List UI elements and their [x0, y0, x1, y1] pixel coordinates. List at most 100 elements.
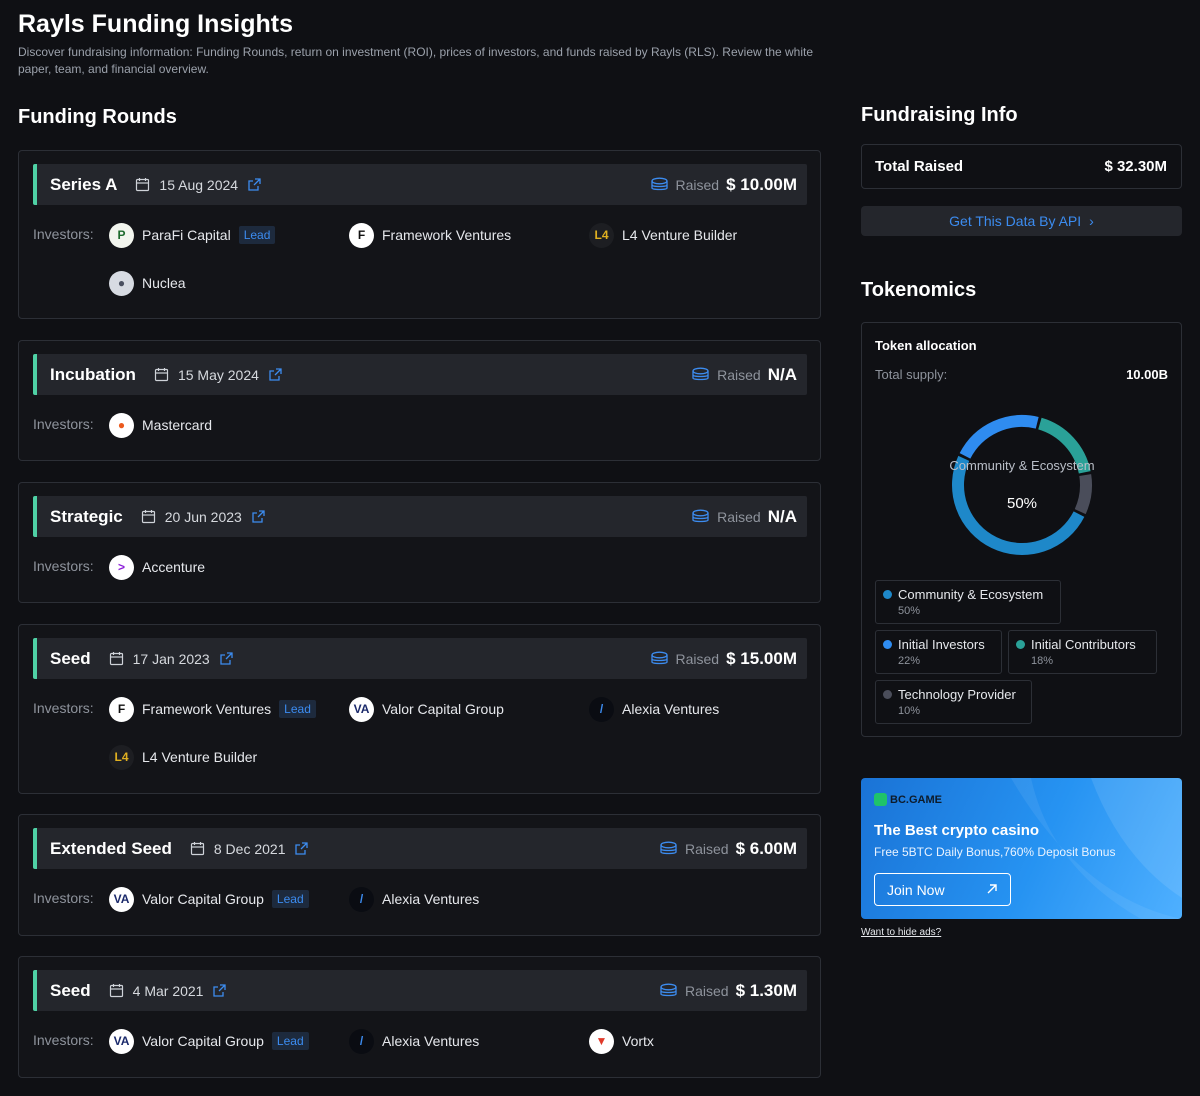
raised-value: $ 10.00M: [726, 174, 797, 194]
raised-label: Raised: [675, 176, 720, 193]
api-button-label: Get This Data By API: [949, 213, 1082, 229]
legend-item[interactable]: Initial Investors 22%: [875, 630, 1002, 674]
framework-logo-icon: F: [109, 696, 134, 722]
legend-dot-icon: [883, 690, 892, 699]
legend-dot-icon: [1016, 640, 1025, 649]
hide-ads-link[interactable]: Want to hide ads?: [861, 927, 941, 938]
bcgame-logo-icon: [874, 793, 887, 806]
legend-name: Initial Investors: [898, 637, 985, 652]
page-title: Rayls Funding Insights: [18, 10, 294, 38]
investor-item[interactable]: VA Valor Capital Group Lead: [109, 1028, 309, 1054]
donut-segment-initial-investors[interactable]: [959, 415, 1039, 459]
legend-item[interactable]: Initial Contributors 18%: [1008, 630, 1157, 674]
legend-name: Community & Ecosystem: [898, 587, 1044, 602]
lead-badge: Lead: [271, 890, 309, 908]
donut-center-label: Community & Ecosystem: [949, 458, 1095, 473]
join-now-button[interactable]: Join Now: [874, 873, 1011, 906]
legend-item[interactable]: Community & Ecosystem 50%: [875, 580, 1061, 624]
legend-percent: 10%: [898, 705, 921, 717]
investor-item[interactable]: F Framework Ventures: [349, 222, 511, 248]
round-header: Incubation 15 May 2024 Raised N/A: [33, 354, 807, 395]
tokenomics-title: Tokenomics: [861, 279, 977, 301]
investor-name: Valor Capital Group: [382, 701, 504, 717]
investor-item[interactable]: L4 L4 Venture Builder: [109, 744, 257, 770]
legend-item[interactable]: Technology Provider 10%: [875, 680, 1032, 724]
investor-item[interactable]: F Framework Ventures Lead: [109, 696, 316, 722]
funding-round-card: Incubation 15 May 2024 Raised N/A Invest…: [18, 340, 821, 461]
valor-logo-icon: VA: [109, 1028, 134, 1054]
total-raised-value: $ 32.30M: [1104, 158, 1167, 175]
investor-item[interactable]: VA Valor Capital Group Lead: [109, 886, 309, 912]
token-allocation-donut[interactable]: [948, 411, 1096, 559]
donut-center-percent: 50%: [1006, 495, 1038, 512]
raised-label: Raised: [717, 366, 761, 383]
investor-item[interactable]: ● Nuclea: [109, 270, 186, 296]
investors-label: Investors:: [33, 558, 94, 574]
ad-title: The Best crypto casino: [874, 822, 1040, 839]
calendar-icon: [141, 509, 156, 524]
funding-round-card: Strategic 20 Jun 2023 Raised N/A Investo…: [18, 482, 821, 603]
coins-icon: [659, 841, 678, 856]
investor-item[interactable]: ● Mastercard: [109, 412, 212, 438]
investor-name: L4 Venture Builder: [622, 227, 738, 243]
funding-round-card: Series A 15 Aug 2024 Raised $ 10.00M Inv…: [18, 150, 821, 319]
raised-label: Raised: [675, 650, 720, 667]
investor-item[interactable]: L4 L4 Venture Builder: [589, 222, 737, 248]
investors-label: Investors:: [33, 1032, 94, 1048]
round-date: 15 Aug 2024: [159, 176, 239, 193]
legend-percent: 18%: [1031, 655, 1054, 667]
funding-rounds-title: Funding Rounds: [18, 106, 177, 128]
external-link-icon[interactable]: [268, 367, 283, 382]
lead-badge: Lead: [238, 226, 276, 244]
get-data-api-button[interactable]: Get This Data By API ›: [861, 206, 1182, 236]
external-link-icon[interactable]: [294, 841, 309, 856]
fundraising-info-title: Fundraising Info: [861, 104, 1018, 126]
round-name: Seed: [50, 648, 91, 668]
external-link-icon[interactable]: [212, 983, 227, 998]
investor-item[interactable]: / Alexia Ventures: [589, 696, 719, 722]
raised-amount: Raised $ 15.00M: [650, 649, 797, 669]
raised-value: N/A: [767, 506, 797, 526]
calendar-icon: [135, 177, 150, 192]
lead-badge: Lead: [271, 1032, 309, 1050]
tokenomics-card: Token allocation Total supply: 10.00B Co…: [861, 322, 1182, 737]
raised-value: $ 6.00M: [735, 838, 797, 858]
ad-banner[interactable]: BC.GAME The Best crypto casino Free 5BTC…: [861, 778, 1182, 919]
raised-value: N/A: [767, 364, 797, 384]
round-header: Extended Seed 8 Dec 2021 Raised $ 6.00M: [33, 828, 807, 869]
investor-item[interactable]: > Accenture: [109, 554, 205, 580]
token-allocation-title: Token allocation: [875, 338, 977, 353]
investor-name: L4 Venture Builder: [142, 749, 258, 765]
investor-name: Vortx: [622, 1033, 654, 1049]
investor-name: Valor Capital Group: [142, 891, 264, 907]
raised-label: Raised: [717, 508, 761, 525]
investor-item[interactable]: / Alexia Ventures: [349, 886, 479, 912]
alexia-logo-icon: /: [349, 886, 374, 912]
investors-label: Investors:: [33, 416, 94, 432]
legend-dot-icon: [883, 640, 892, 649]
mastercard-logo-icon: ●: [109, 412, 134, 438]
framework-logo-icon: F: [349, 222, 374, 248]
coins-icon: [650, 177, 669, 192]
investor-item[interactable]: VA Valor Capital Group: [349, 696, 504, 722]
investor-item[interactable]: ▼ Vortx: [589, 1028, 654, 1054]
investor-name: Nuclea: [142, 275, 186, 291]
external-link-icon[interactable]: [251, 509, 266, 524]
alexia-logo-icon: /: [589, 696, 614, 722]
arrow-up-right-icon: [986, 882, 998, 898]
round-header: Seed 17 Jan 2023 Raised $ 15.00M: [33, 638, 807, 679]
external-link-icon[interactable]: [247, 177, 262, 192]
investor-item[interactable]: / Alexia Ventures: [349, 1028, 479, 1054]
legend-name: Initial Contributors: [1031, 637, 1136, 652]
calendar-icon: [154, 367, 169, 382]
investors-label: Investors:: [33, 226, 94, 242]
external-link-icon[interactable]: [219, 651, 234, 666]
round-date: 20 Jun 2023: [164, 508, 242, 525]
coins-icon: [691, 367, 710, 382]
l4-logo-icon: L4: [589, 222, 614, 248]
legend-percent: 22%: [898, 655, 921, 667]
investors-label: Investors:: [33, 700, 94, 716]
investor-item[interactable]: P ParaFi Capital Lead: [109, 222, 276, 248]
round-date: 15 May 2024: [177, 366, 259, 383]
round-name: Series A: [50, 174, 118, 194]
